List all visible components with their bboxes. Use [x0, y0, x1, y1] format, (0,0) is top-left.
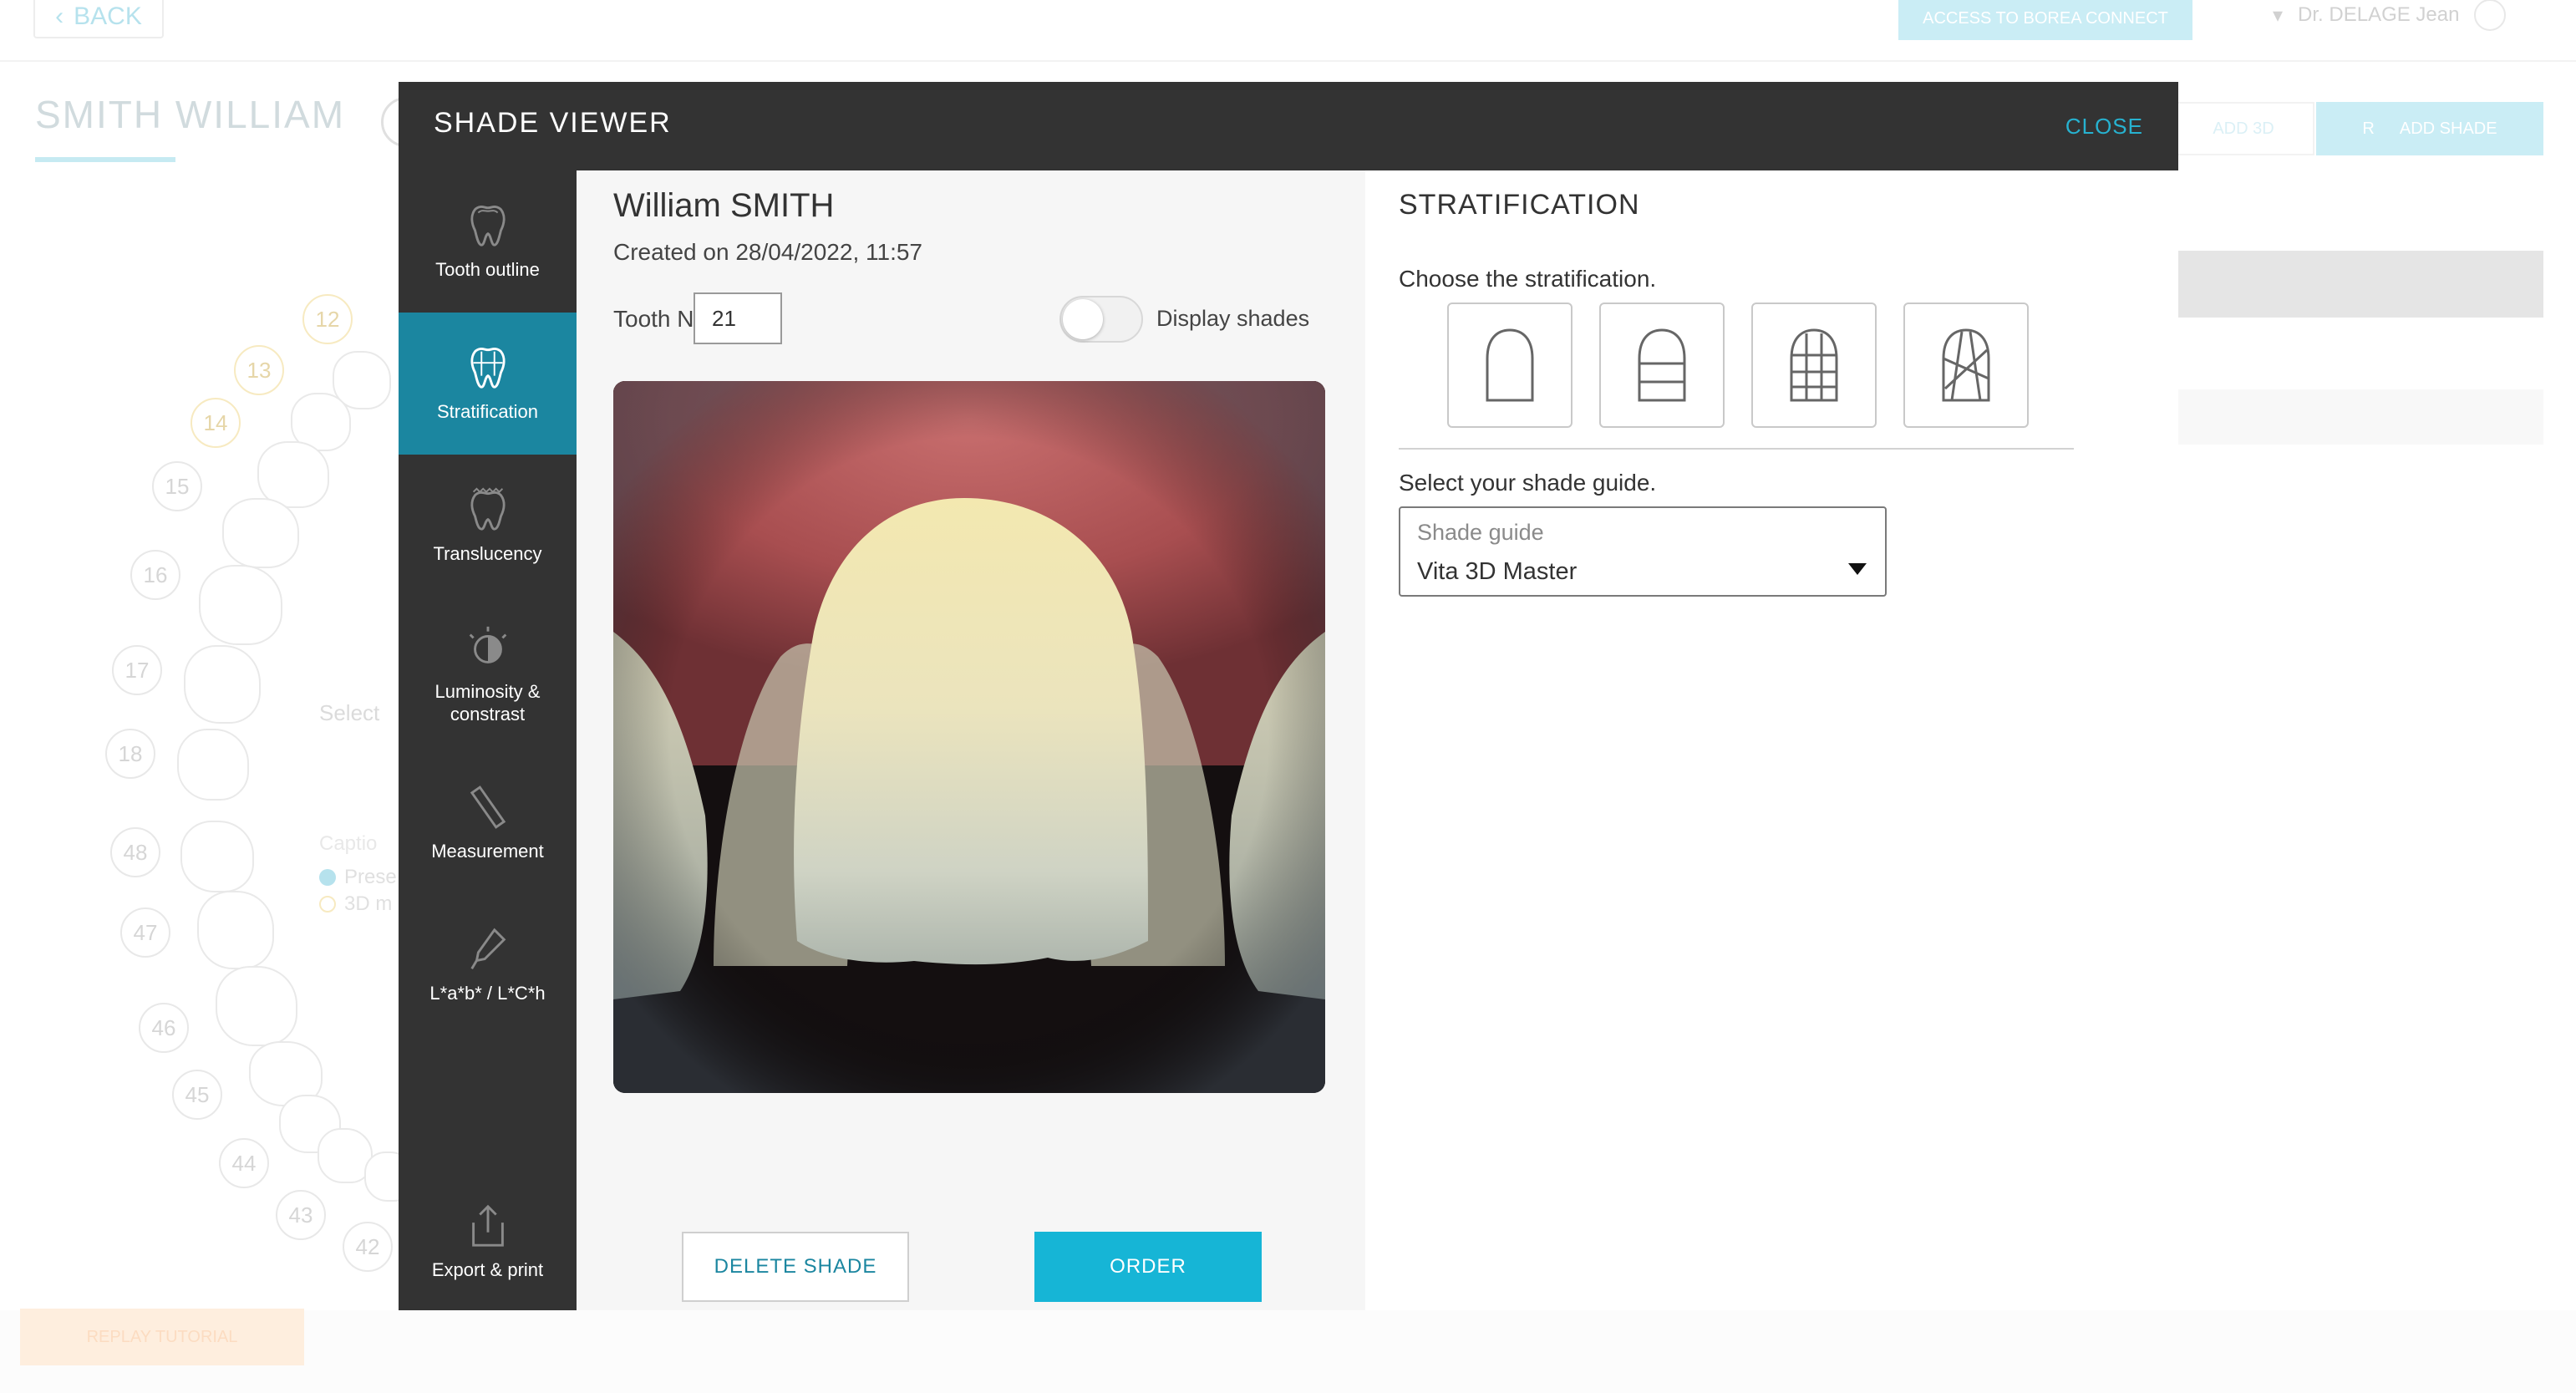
sidebar-label: L*a*b* / L*C*h [429, 983, 546, 1004]
sidebar-label: Stratification [436, 401, 539, 423]
single-layer-icon [1486, 328, 1534, 402]
tooth-outline-icon [470, 206, 506, 247]
order-button[interactable]: ORDER [1034, 1232, 1262, 1302]
tooth-image [613, 381, 1325, 1093]
divider [1399, 448, 2074, 450]
stratification-title: STRATIFICATION [1399, 189, 1640, 221]
ruler-icon [470, 785, 506, 830]
sidebar-item-translucency[interactable]: Translucency [399, 455, 577, 597]
delete-shade-button[interactable]: DELETE SHADE [682, 1232, 909, 1302]
mamelon-layer-icon [1942, 328, 1990, 402]
stratification-option-grid[interactable] [1751, 302, 1877, 428]
tooth-photo [613, 381, 1325, 1093]
close-button[interactable]: CLOSE [2065, 114, 2143, 140]
modal-header: SHADE VIEWER CLOSE [399, 82, 2178, 170]
toggle-knob [1063, 299, 1103, 339]
shade-guide-placeholder: Shade guide [1417, 520, 1544, 545]
modal-title: SHADE VIEWER [434, 107, 672, 139]
stratification-options [1447, 302, 2029, 428]
stratification-instruction: Choose the stratification. [1399, 266, 1657, 292]
sidebar-label: Tooth outline [435, 259, 540, 281]
patient-fullname: William SMITH [613, 187, 835, 224]
translucency-icon [470, 487, 506, 531]
caret-down-icon [1848, 563, 1867, 575]
shade-detail-panel: William SMITH Created on 28/04/2022, 11:… [577, 170, 1365, 1310]
sidebar-item-lab[interactable]: L*a*b* / L*C*h [399, 894, 577, 1036]
two-layer-icon [1638, 328, 1686, 402]
stratification-option-two-layer[interactable] [1599, 302, 1725, 428]
export-icon [471, 1204, 504, 1247]
tool-sidebar: Tooth outline Stratification Translucenc… [399, 170, 577, 1310]
sidebar-item-stratification[interactable]: Stratification [399, 313, 577, 455]
shade-viewer-modal: SHADE VIEWER CLOSE Tooth outline Stratif… [399, 82, 2178, 1310]
sidebar-item-measurement[interactable]: Measurement [399, 752, 577, 894]
sidebar-item-export[interactable]: Export & print [399, 1173, 577, 1310]
pipette-icon [470, 928, 506, 970]
display-shades-label: Display shades [1156, 306, 1310, 331]
sidebar-item-tooth-outline[interactable]: Tooth outline [399, 170, 577, 313]
stratification-panel: STRATIFICATION Choose the stratification… [1365, 170, 2178, 1310]
luminosity-icon [469, 626, 506, 663]
sidebar-label: Luminosity & constrast [434, 680, 541, 725]
sidebar-label: Export & print [431, 1259, 544, 1281]
stratification-icon [470, 348, 506, 389]
sidebar-label: Measurement [431, 841, 544, 862]
stratification-option-mamelon[interactable] [1903, 302, 2029, 428]
display-shades-toggle[interactable] [1059, 296, 1143, 343]
shade-guide-select[interactable]: Shade guide Vita 3D Master [1399, 506, 1887, 597]
shade-guide-instruction: Select your shade guide. [1399, 470, 1657, 496]
shade-guide-value: Vita 3D Master [1417, 558, 1578, 585]
grid-layer-icon [1790, 328, 1838, 402]
stratification-option-single[interactable] [1447, 302, 1573, 428]
sidebar-label: Translucency [433, 543, 542, 565]
tooth-number-input[interactable] [694, 292, 782, 344]
sidebar-item-luminosity[interactable]: Luminosity & constrast [399, 597, 577, 752]
created-date: Created on 28/04/2022, 11:57 [613, 239, 923, 265]
